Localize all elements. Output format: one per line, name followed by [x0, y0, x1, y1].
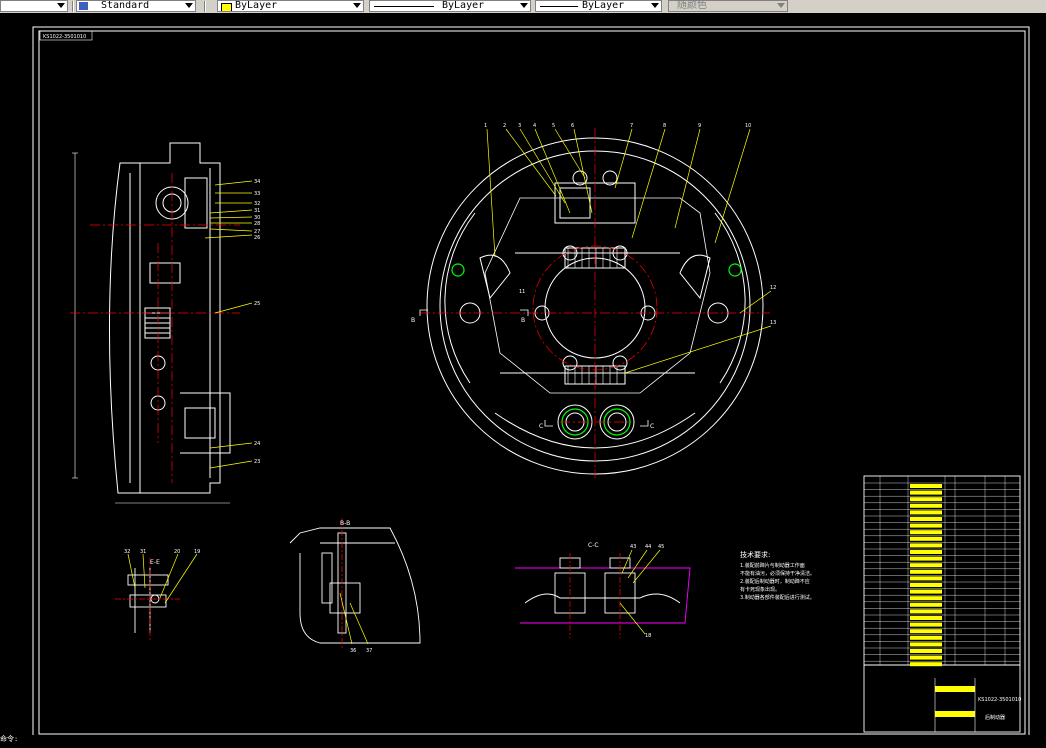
tech-line: 不能有油污，必须保持干净清洁。	[740, 570, 815, 577]
inner-frame	[38, 30, 1026, 735]
plot-style-value: 随颜色	[677, 0, 707, 11]
callout: 32	[124, 549, 130, 555]
tech-line: 2.装配后制动器时，制动蹄不应	[740, 578, 810, 585]
callout: 33	[254, 191, 260, 197]
callout: 8	[663, 123, 666, 129]
color-swatch-icon	[221, 3, 232, 11]
section-cc	[515, 557, 691, 624]
callout: 31	[140, 549, 146, 555]
callout: 18	[645, 633, 651, 639]
callout: 13	[770, 320, 776, 326]
section-label-c: C	[539, 423, 543, 430]
section-title-cc: C-C	[588, 542, 599, 549]
section-ee	[127, 568, 169, 633]
title-tag: KS1022-3501010	[43, 34, 86, 40]
chevron-down-icon	[57, 3, 65, 8]
outer-frame	[32, 26, 1030, 740]
section-title-ee: E-E	[150, 559, 160, 566]
plot-style-dropdown[interactable]: 随颜色	[668, 0, 788, 12]
properties-toolbar: Standard ByLayer ByLayer ByLayer 随颜色	[0, 0, 1046, 14]
section-marks	[419, 309, 649, 427]
tech-title: 技术要求:	[740, 550, 770, 559]
callout: 10	[745, 123, 751, 129]
callout: 36	[350, 648, 356, 654]
drawing-canvas[interactable]: KS1022-3501010 34 33 32 31 30 28 27 26 2…	[0, 13, 1046, 744]
tech-line: 1.装配前蹄片与制动器工作面	[740, 562, 805, 569]
prev-dropdown-stub[interactable]	[0, 0, 68, 12]
callout: 31	[254, 208, 260, 214]
callout: 11	[519, 289, 525, 295]
callout: 28	[254, 221, 260, 227]
section-label-c: C	[650, 423, 654, 430]
callout: 19	[194, 549, 200, 555]
cad-drawing: KS1022-3501010 34 33 32 31 30 28 27 26 2…	[32, 26, 1030, 740]
chevron-down-icon	[651, 3, 659, 8]
tech-line: 3.制动器各部件装配后进行测试。	[740, 594, 815, 601]
side-view-callouts: 34 33 32 31 30 28 27 26 25 24 23	[254, 179, 260, 465]
bom-table: KS1022-3501010 后制动器	[863, 475, 1021, 733]
side-view	[72, 142, 231, 504]
callout: 5	[552, 123, 555, 129]
callout: 26	[254, 235, 260, 241]
section-label-b: B	[411, 317, 415, 324]
callout: 7	[630, 123, 633, 129]
callout: 44	[645, 544, 651, 550]
linetype-value: ByLayer	[442, 0, 485, 11]
callout: 23	[254, 459, 260, 465]
linetype-dropdown[interactable]: ByLayer	[369, 0, 531, 12]
chevron-down-icon	[777, 3, 785, 8]
callout: 9	[698, 123, 701, 129]
color-value: ByLayer	[235, 0, 278, 11]
callout: 20	[174, 549, 180, 555]
callout: 6	[571, 123, 574, 129]
lineweight-value: ByLayer	[582, 0, 625, 11]
section-bb	[289, 527, 421, 644]
title-block-name: 后制动器	[985, 714, 1005, 721]
command-line[interactable]: 命令:	[0, 735, 1046, 744]
callout: 34	[254, 179, 260, 185]
command-prompt: 命令:	[0, 735, 19, 743]
text-style-dropdown[interactable]: Standard	[76, 0, 196, 12]
callout: 32	[254, 201, 260, 207]
lineweight-dropdown[interactable]: ByLayer	[535, 0, 662, 12]
callout: 37	[366, 648, 372, 654]
text-style-icon	[79, 2, 88, 10]
color-dropdown[interactable]: ByLayer	[217, 0, 364, 12]
text-style-value: Standard	[101, 0, 150, 11]
chevron-down-icon	[185, 3, 193, 8]
side-view-leaders	[204, 180, 253, 469]
callout: 25	[254, 301, 260, 307]
front-view-callouts: 1 2 3 4 5 6 7 8 9 10 11 12 13	[484, 123, 776, 326]
separator	[204, 1, 206, 12]
callout: 3	[518, 123, 521, 129]
callout: 43	[630, 544, 636, 550]
chevron-down-icon	[520, 3, 528, 8]
callout: 12	[770, 285, 776, 291]
callout: 2	[503, 123, 506, 129]
section-title-bb: B-B	[340, 520, 350, 527]
title-block-code: KS1022-3501010	[978, 697, 1021, 703]
callout: 24	[254, 441, 260, 447]
tech-line: 有卡死现象出现。	[740, 586, 780, 593]
chevron-down-icon	[353, 3, 361, 8]
linetype-sample	[374, 6, 434, 7]
section-label-b: B	[521, 317, 525, 324]
lineweight-sample	[540, 6, 578, 7]
callout: 1	[484, 123, 487, 129]
callout: 4	[533, 123, 536, 129]
callout: 45	[658, 544, 664, 550]
separator	[72, 1, 74, 12]
tech-requirements: 技术要求: 1.装配前蹄片与制动器工作面 不能有油污，必须保持干净清洁。 2.装…	[740, 550, 815, 601]
